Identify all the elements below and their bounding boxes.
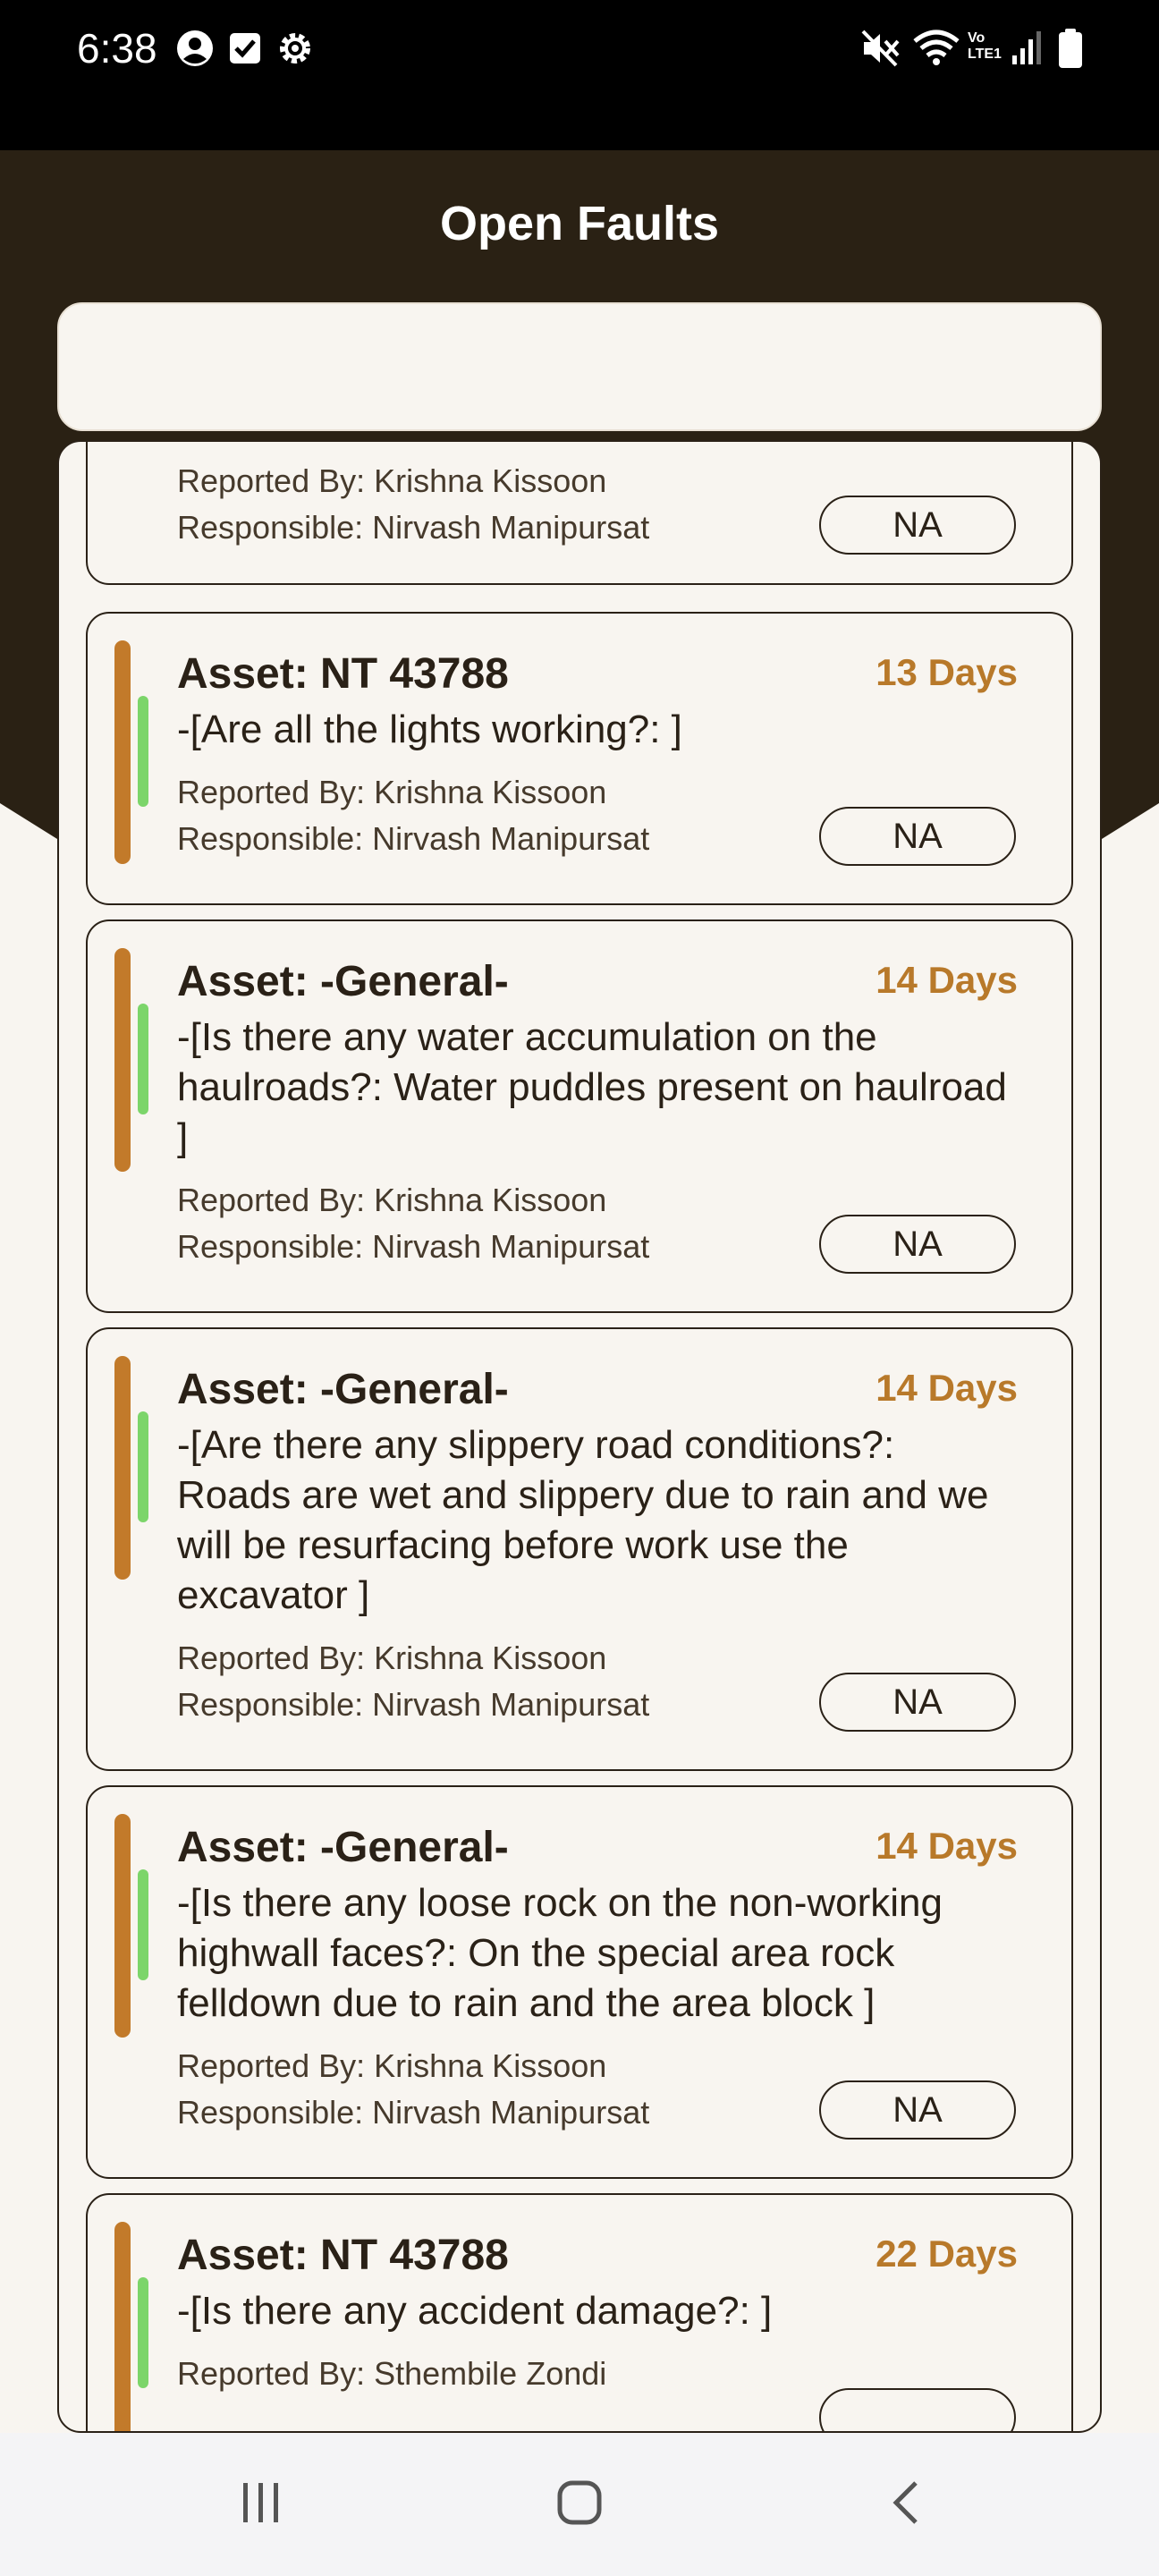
fault-question: -[Are all the lights working?: ] — [177, 708, 682, 751]
reported-by: Reported By: Krishna Kissoon — [177, 774, 607, 810]
reported-by: Reported By: Krishna Kissoon — [177, 2047, 607, 2084]
navigation-bar — [0, 2433, 1159, 2576]
na-button[interactable]: NA — [819, 1215, 1016, 1274]
volte-label-bottom: LTE1 — [968, 47, 1002, 62]
na-button[interactable]: NA — [819, 2080, 1016, 2140]
na-button[interactable]: NA — [819, 1673, 1016, 1732]
volte-label-top: Vo — [968, 30, 986, 46]
page-title: Open Faults — [439, 197, 720, 250]
fault-card[interactable]: Asset: NT 43788 22 Days -[Is there any a… — [86, 2193, 1073, 2431]
fault-question: -[Is there any water accumulation on the… — [177, 1015, 1007, 1159]
reported-by: Reported By: Krishna Kissoon — [177, 1640, 607, 1676]
asset-title: Asset: -General- — [177, 1824, 509, 1871]
settings-icon — [280, 33, 310, 64]
na-button[interactable]: NA — [819, 807, 1016, 866]
responsible: Responsible: Nirvash Manipursat — [177, 820, 650, 857]
priority-bar — [114, 1356, 131, 1580]
fault-card[interactable]: Asset: -General- 14 Days -[Is there any … — [86, 1785, 1073, 2179]
status-indicator — [138, 1869, 148, 1980]
days-open: 13 Days — [876, 651, 1018, 693]
status-indicator — [138, 696, 148, 807]
home-icon[interactable] — [553, 2476, 606, 2529]
days-open: 14 Days — [876, 1367, 1018, 1409]
battery-icon — [1059, 29, 1082, 68]
days-open: 14 Days — [876, 959, 1018, 1001]
asset-title: Asset: NT 43788 — [177, 2232, 509, 2279]
asset-title: Asset: NT 43788 — [177, 650, 509, 698]
fault-question: -[Is there any loose rock on the non-wor… — [177, 1881, 943, 2025]
account-icon — [177, 30, 213, 66]
asset-title: Asset: -General- — [177, 958, 509, 1005]
signal-icon — [1012, 31, 1041, 64]
reported-by: Reported By: Krishna Kissoon — [177, 462, 607, 499]
checkbox-icon — [230, 33, 260, 64]
fault-question: -[Are there any slippery road conditions… — [177, 1423, 989, 1617]
asset-title: Asset: -General- — [177, 1366, 509, 1413]
status-bar: 6:38 Vo LTE1 — [0, 0, 1159, 150]
search-input[interactable] — [57, 302, 1102, 431]
fault-question: -[Is there any accident damage?: ] — [177, 2289, 773, 2333]
status-indicator — [138, 2277, 148, 2388]
responsible: Responsible: Nirvash Manipursat — [177, 1686, 650, 1723]
back-icon[interactable] — [882, 2476, 935, 2529]
priority-bar — [114, 2222, 131, 2431]
status-indicator — [138, 1004, 148, 1114]
volte-icon: Vo LTE1 — [968, 30, 1007, 63]
recent-apps-icon[interactable] — [234, 2476, 288, 2529]
fault-card[interactable]: Asset: -General- 14 Days -[Are there any… — [86, 1327, 1073, 1771]
reported-by: Reported By: Sthembile Zondi — [177, 2355, 607, 2392]
responsible: Responsible: Nirvash Manipursat — [177, 1228, 650, 1265]
priority-bar — [114, 948, 131, 1172]
responsible: Responsible: Nirvash Manipursat — [177, 509, 650, 546]
fault-card[interactable]: Asset: NT 43788 13 Days -[Are all the li… — [86, 612, 1073, 905]
wifi-icon — [913, 30, 960, 65]
days-open: 14 Days — [876, 1825, 1018, 1867]
status-time: 6:38 — [77, 25, 157, 72]
fault-card[interactable]: Reported By: Krishna Kissoon Responsible… — [86, 442, 1073, 585]
priority-bar — [114, 640, 131, 864]
responsible: Responsible: Nirvash Manipursat — [177, 2094, 650, 2131]
status-indicator — [138, 1411, 148, 1522]
days-open: 22 Days — [876, 2233, 1018, 2275]
reported-by: Reported By: Krishna Kissoon — [177, 1182, 607, 1218]
na-button[interactable]: NA — [819, 496, 1016, 555]
fault-list-panel[interactable]: Reported By: Krishna Kissoon Responsible… — [57, 440, 1102, 2433]
na-button[interactable] — [819, 2388, 1016, 2431]
fault-list[interactable]: Reported By: Krishna Kissoon Responsible… — [59, 442, 1100, 2431]
mute-icon — [861, 30, 900, 67]
priority-bar — [114, 1814, 131, 2038]
fault-card[interactable]: Asset: -General- 14 Days -[Is there any … — [86, 919, 1073, 1313]
